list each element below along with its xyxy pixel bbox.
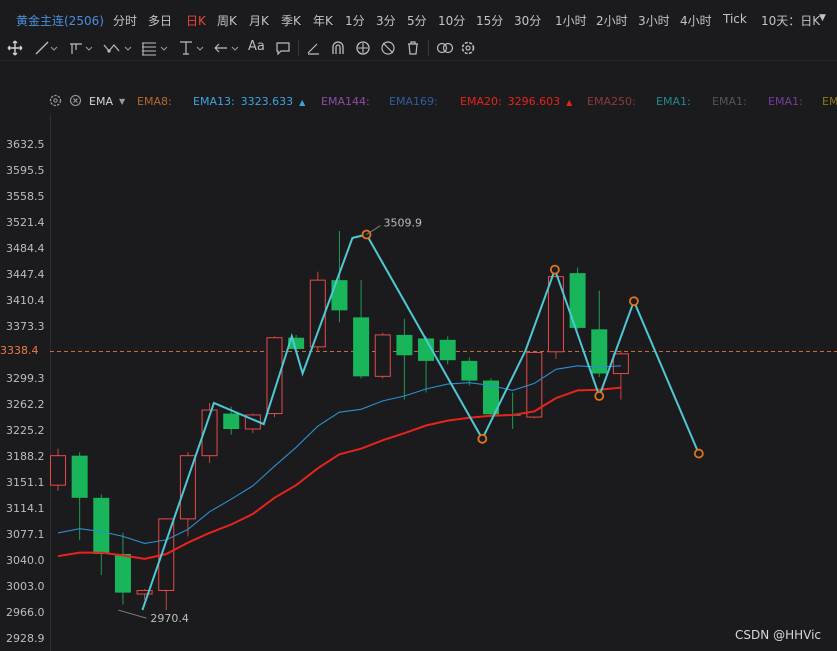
indicator-label: EMA20:	[460, 95, 502, 108]
indicator-item: EMA1:	[712, 95, 747, 108]
chevron-down-icon[interactable]	[231, 40, 241, 56]
candle-down	[71, 455, 88, 498]
trend-up-icon: ▲	[299, 98, 306, 107]
fib-icon[interactable]	[140, 40, 162, 56]
candle-down	[114, 553, 131, 593]
eraser-icon[interactable]	[305, 40, 327, 56]
indicator-label: EMA1:	[656, 95, 691, 108]
period-tab[interactable]: 分时	[113, 12, 137, 29]
indicator-label: EMA8:	[137, 95, 172, 108]
indicator-item: EMA144:	[321, 95, 370, 108]
indicator-settings-icon[interactable]	[49, 94, 62, 110]
indicator-item: EMA169:	[389, 95, 438, 108]
candle-down	[331, 280, 348, 311]
pivot-marker	[693, 448, 704, 459]
indicator-close-icon[interactable]	[69, 94, 82, 110]
indicator-item: EMA20: 3296.603 ▲	[460, 95, 572, 108]
indicator-label: EMA169:	[389, 95, 438, 108]
pivot-marker	[594, 391, 605, 401]
chevron-down-icon[interactable]: ▼	[819, 13, 826, 23]
indicator-item: EMA13: 3323.633 ▲	[193, 95, 305, 108]
watermark: CSDN @HHVic	[735, 628, 821, 642]
indicator-label: EMA1:	[768, 95, 803, 108]
period-tab[interactable]: 1分	[345, 12, 365, 29]
chevron-down-icon[interactable]	[196, 40, 206, 56]
symbol-name[interactable]: 黄金主连(2506)	[16, 12, 104, 29]
chevron-down-icon[interactable]	[85, 40, 95, 56]
zigzag-icon[interactable]	[103, 40, 125, 56]
period-tab[interactable]: 年K	[313, 12, 333, 29]
high-label: 3509.9	[384, 217, 423, 230]
chevron-down-icon[interactable]	[124, 40, 134, 56]
period-tab[interactable]: 多日	[148, 12, 172, 29]
period-tab[interactable]: 30分	[514, 12, 541, 29]
annotation-leader	[366, 225, 381, 235]
indicator-label: EMA1:	[712, 95, 747, 108]
indicator-item: EM	[822, 95, 837, 108]
text-icon[interactable]: Aa	[248, 39, 270, 55]
toolbar-divider	[428, 40, 429, 56]
chevron-down-icon[interactable]	[160, 40, 170, 56]
drawing-toolbar: Aa	[0, 36, 837, 61]
visibility-icon[interactable]	[435, 40, 457, 56]
trend-up-icon: ▲	[566, 98, 573, 107]
period-tab[interactable]: 4小时	[680, 12, 712, 29]
kline-chart[interactable]: 3509.9 2970.4	[0, 114, 837, 651]
indicator-label: EMA13:	[193, 95, 235, 108]
period-tab[interactable]: 周K	[217, 12, 237, 29]
indicator-value: 3323.633	[240, 95, 294, 108]
magnet-icon[interactable]	[330, 40, 352, 56]
indicator-label: EMA144:	[321, 95, 370, 108]
chevron-down-icon[interactable]	[50, 40, 60, 56]
delete-icon[interactable]	[405, 40, 427, 56]
candle-up	[374, 334, 391, 377]
indicator-name[interactable]: EMA	[89, 95, 113, 108]
indicator-item: EMA1:	[768, 95, 803, 108]
period-tab[interactable]: 10分	[438, 12, 465, 29]
candle-up	[612, 353, 629, 375]
candle-down	[396, 334, 413, 356]
indicator-item: EMA250:	[587, 95, 636, 108]
indicator-item: EMA8:	[137, 95, 172, 108]
period-tab[interactable]: 15分	[476, 12, 503, 29]
chevron-down-icon[interactable]: ▼	[119, 97, 125, 106]
range-select[interactable]: 10天：日K	[761, 12, 820, 29]
lock-icon[interactable]	[355, 40, 377, 56]
move-icon[interactable]	[7, 40, 29, 56]
period-tab[interactable]: 2小时	[596, 12, 628, 29]
annotation-leader	[118, 609, 147, 619]
candle-up	[309, 279, 326, 348]
pivot-marker	[477, 433, 488, 444]
low-label: 2970.4	[150, 612, 189, 625]
period-tab[interactable]: 日K	[186, 12, 206, 29]
hide-icon[interactable]	[380, 40, 402, 56]
toolbar-divider	[298, 40, 299, 56]
period-tab[interactable]: 3小时	[638, 12, 670, 29]
candle-down	[461, 360, 478, 381]
comment-icon[interactable]	[275, 40, 297, 56]
indicator-value: 3296.603	[507, 95, 561, 108]
pivot-marker	[628, 296, 639, 307]
period-tab[interactable]: 月K	[249, 12, 269, 29]
period-bar: 黄金主连(2506) 分时 多日 日K 周K 月K 季K 年K 1分 3分 5分 10分 15分 30分…	[0, 0, 837, 36]
period-tab[interactable]: 5分	[407, 12, 427, 29]
indicator-bar: EMA ▼ EMA8: EMA13: 3323.633 ▲ EMA144: EMA169:…	[0, 92, 837, 112]
indicator-item: EMA1:	[656, 95, 691, 108]
pivot-marker	[549, 264, 560, 275]
indicator-label: EMA250:	[587, 95, 636, 108]
candle-down	[93, 497, 110, 554]
candle-down	[223, 413, 240, 430]
period-tab[interactable]: 季K	[281, 12, 301, 29]
period-tab[interactable]: 1小时	[555, 12, 587, 29]
candle-down	[353, 317, 370, 377]
candle-down	[439, 339, 456, 361]
period-tab[interactable]: 3分	[376, 12, 396, 29]
period-tab[interactable]: Tick	[723, 12, 747, 26]
candle-up	[50, 455, 66, 486]
indicator-label: EM	[822, 95, 837, 108]
settings-icon[interactable]	[460, 40, 482, 56]
